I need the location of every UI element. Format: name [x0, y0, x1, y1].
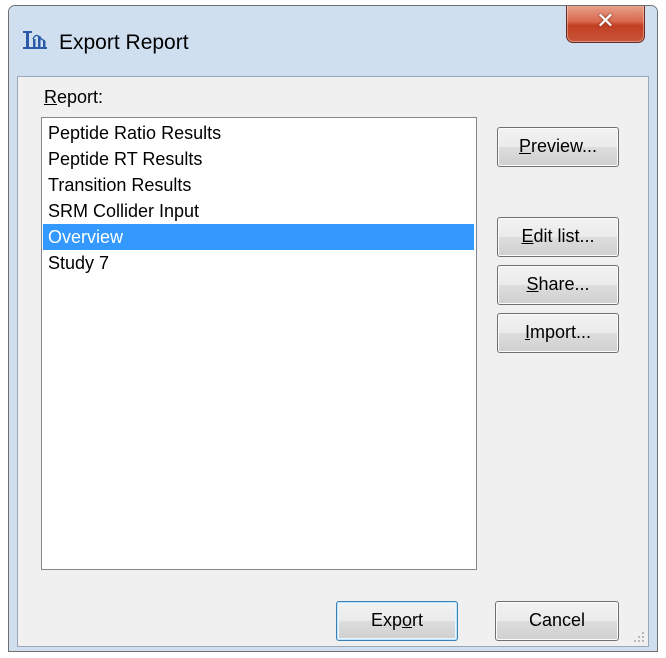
- report-label-mnemonic: R: [44, 87, 57, 107]
- title-bar[interactable]: Export Report ✕: [9, 6, 657, 76]
- edit-list-button-mnemonic: E: [521, 226, 534, 246]
- skyline-app-icon: [23, 31, 47, 49]
- close-button[interactable]: ✕: [566, 6, 645, 43]
- cancel-button[interactable]: Cancel: [495, 601, 619, 641]
- resize-grip-icon[interactable]: [632, 630, 646, 644]
- preview-button[interactable]: Preview...: [497, 127, 619, 167]
- report-list-item[interactable]: Peptide Ratio Results: [43, 120, 474, 146]
- preview-button-mnemonic: P: [518, 136, 531, 156]
- window-title: Export Report: [59, 31, 189, 54]
- import-button-label: mport...: [530, 322, 592, 342]
- report-list-item[interactable]: Study 7: [43, 250, 474, 276]
- share-button-mnemonic: S: [526, 274, 539, 294]
- edit-list-button[interactable]: Edit list...: [497, 217, 619, 257]
- close-icon: ✕: [596, 9, 615, 34]
- import-button[interactable]: Import...: [497, 313, 619, 353]
- preview-button-label: review...: [530, 136, 598, 156]
- report-listbox[interactable]: Peptide Ratio Results Peptide RT Results T…: [41, 117, 477, 570]
- share-button[interactable]: Share...: [497, 265, 619, 305]
- report-list-item[interactable]: Peptide RT Results: [43, 146, 474, 172]
- export-report-dialog: Export Report ✕ Report: Peptide Ratio Re…: [8, 5, 658, 652]
- edit-list-button-label: dit list...: [533, 226, 595, 246]
- report-list-item[interactable]: SRM Collider Input: [43, 198, 474, 224]
- dialog-body: Report: Peptide Ratio Results Peptide RT …: [17, 76, 649, 647]
- share-button-label: hare...: [538, 274, 590, 294]
- export-button[interactable]: Export: [336, 601, 458, 641]
- export-button-mnemonic: o: [402, 610, 413, 630]
- report-label: Report:: [44, 87, 103, 108]
- report-list-item[interactable]: Transition Results: [43, 172, 474, 198]
- export-button-label-end: rt: [412, 610, 424, 630]
- report-list-item[interactable]: Overview: [43, 224, 474, 250]
- export-button-label-start: Exp: [370, 610, 402, 630]
- report-label-text: eport:: [57, 87, 104, 107]
- cancel-button-label: Cancel: [528, 610, 586, 630]
